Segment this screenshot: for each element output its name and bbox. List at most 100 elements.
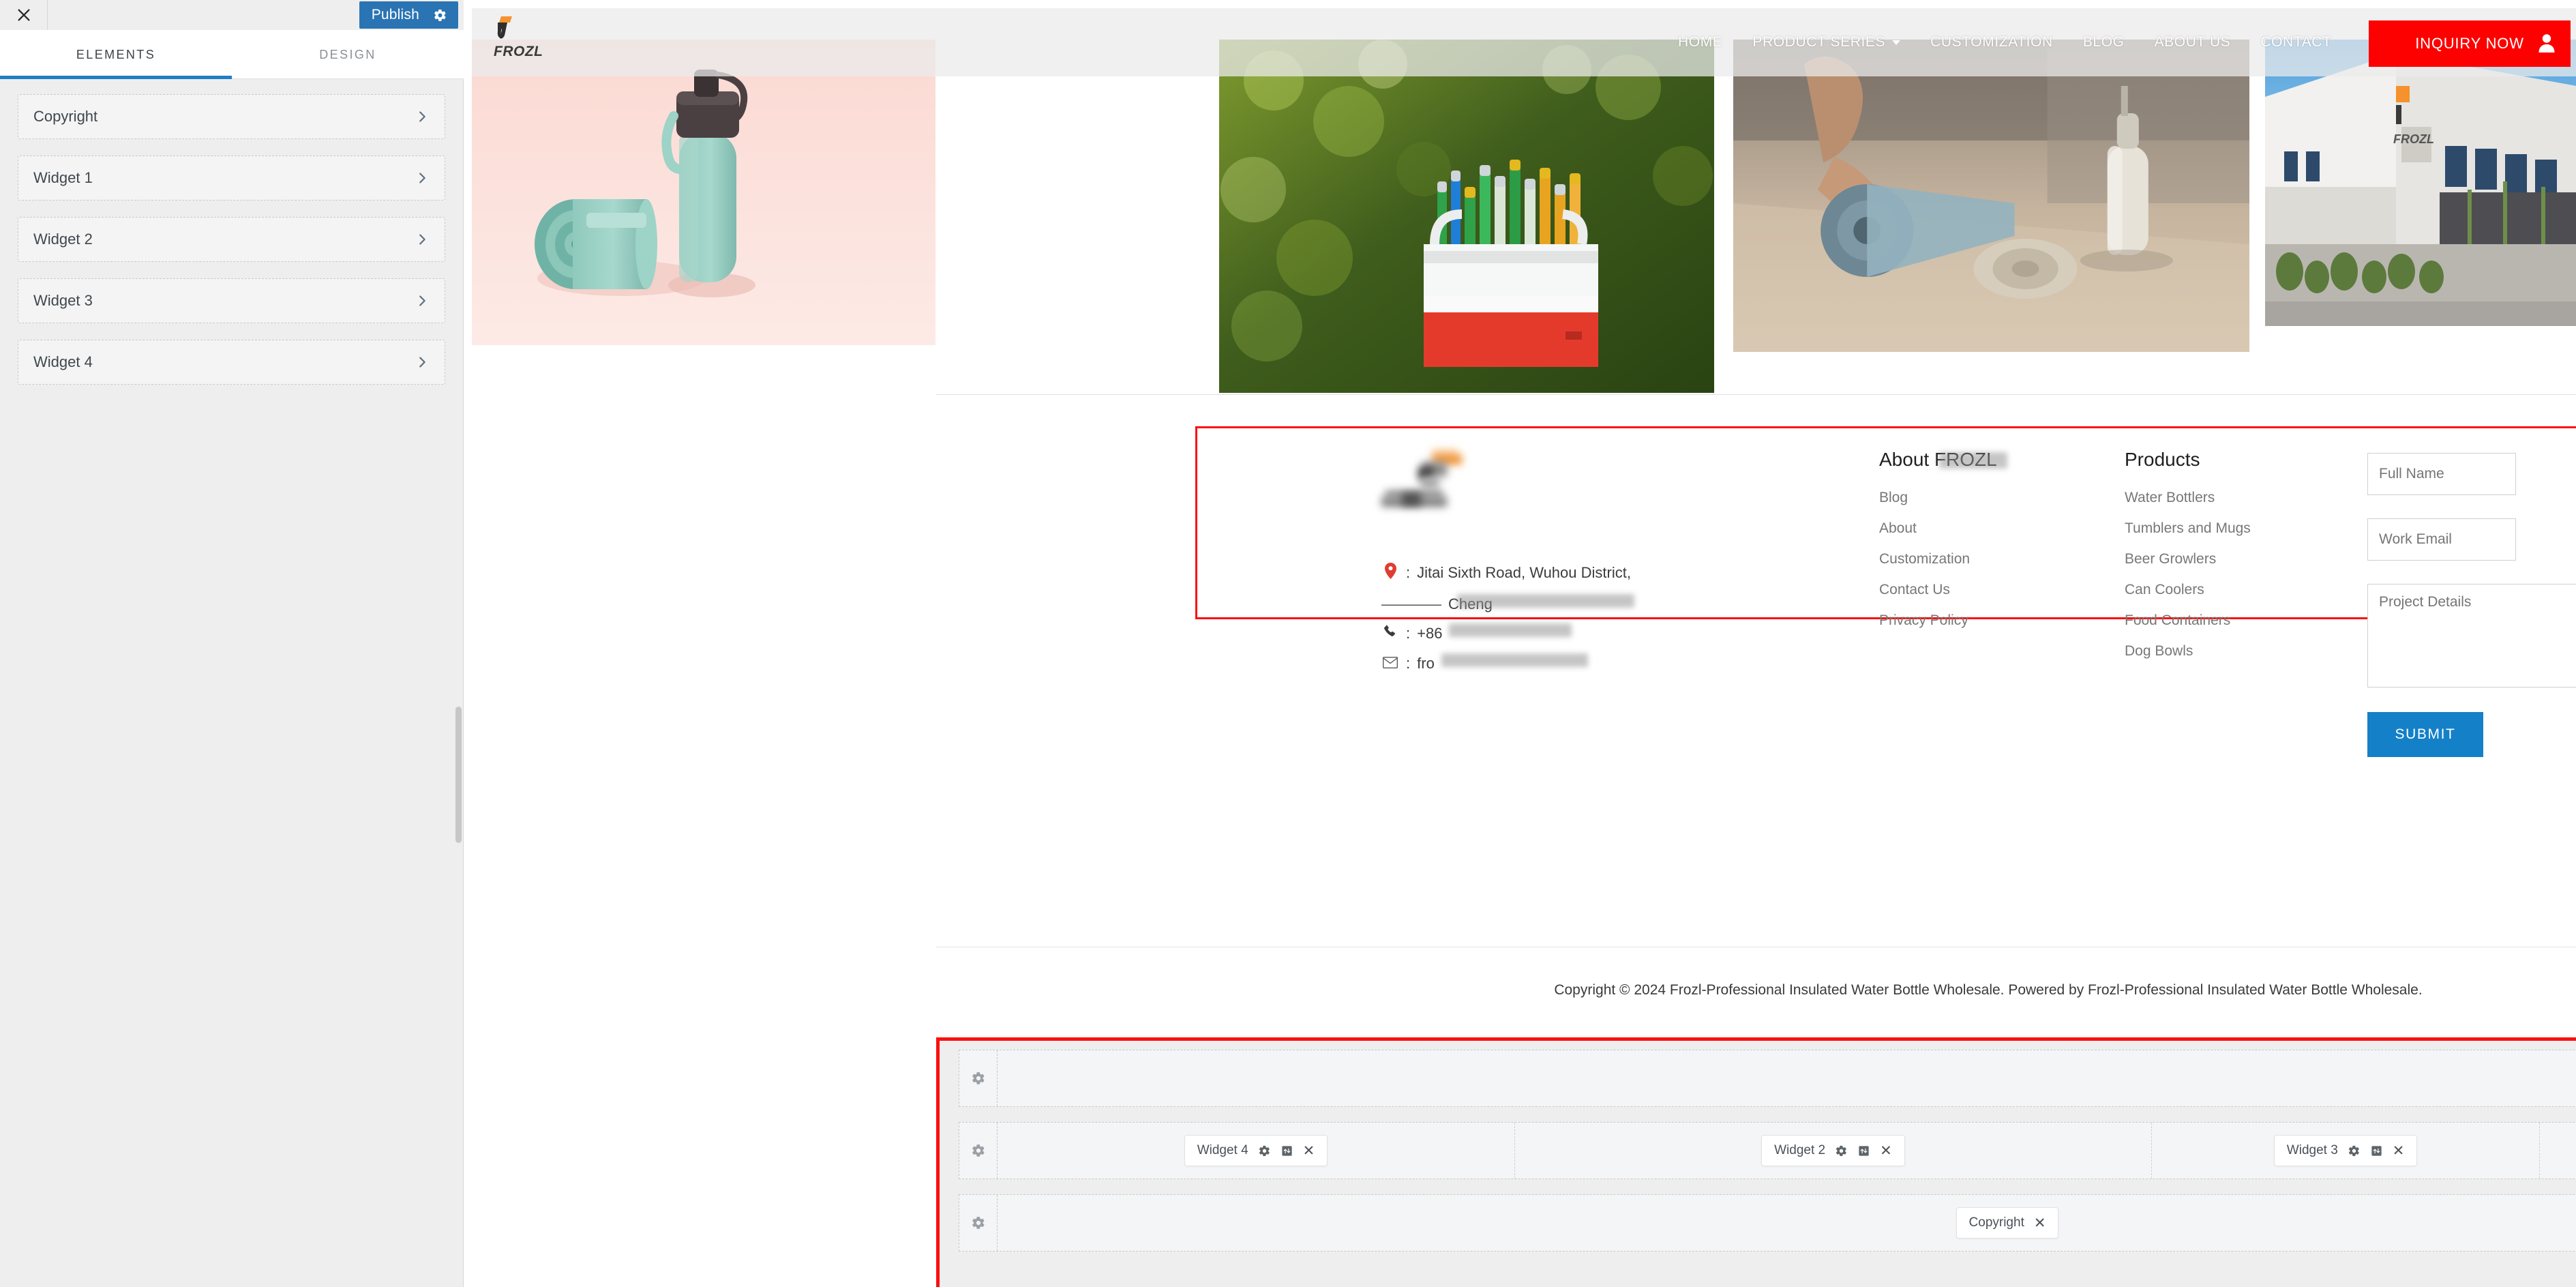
sidebar-item-label: Widget 1 <box>33 169 93 186</box>
footer-link-dog-bowls[interactable]: Dog Bowls <box>2125 643 2251 660</box>
editor-cell-widget-2[interactable]: Widget 2 ✕ <box>1515 1123 2152 1179</box>
sidebar-item-list: Copyright Widget 1 Widget 2 Widget 3 Wid… <box>0 79 463 385</box>
publish-button[interactable]: Publish <box>359 1 430 29</box>
sidebar-item-label: Widget 4 <box>33 353 93 370</box>
full-name-input[interactable] <box>2367 453 2516 495</box>
editor-row-2[interactable]: Widget 4 ✕ Widget 2 ✕ Widget 3 ✕ <box>959 1122 2576 1179</box>
close-icon[interactable] <box>0 0 48 30</box>
footer-link-water-bottlers[interactable]: Water Bottlers <box>2125 490 2251 506</box>
hero-image-frozl-factory: FROZL <box>2265 40 2576 326</box>
editor-row-1-cells <box>998 1050 2576 1106</box>
hero-image-yoga-mat-rolling <box>1733 40 2249 352</box>
redacted-email-block <box>1441 653 1588 668</box>
tab-design[interactable]: DESIGN <box>232 30 464 79</box>
copyright-bar: Copyright © 2024 Frozl-Professional Insu… <box>936 947 2576 1033</box>
email-icon <box>1381 653 1399 674</box>
footer-link-contact-us[interactable]: Contact Us <box>1879 582 1997 598</box>
project-details-textarea[interactable] <box>2367 584 2576 687</box>
nav-link-home[interactable]: HOME <box>1663 34 1737 50</box>
editor-row-1[interactable] <box>959 1050 2576 1107</box>
nav-link-blog[interactable]: BLOG <box>2068 34 2140 50</box>
close-icon[interactable]: ✕ <box>1303 1144 1315 1158</box>
nav-link-about-us[interactable]: ABOUT US <box>2140 34 2246 50</box>
sidebar-item-widget-1[interactable]: Widget 1 <box>18 156 445 201</box>
phone-icon <box>1381 623 1399 644</box>
footer-about-column: About FROZL Blog About Customization Con… <box>1879 449 2007 643</box>
nav-link-customization[interactable]: CUSTOMIZATION <box>1915 34 2068 50</box>
chip-label: Widget 4 <box>1197 1143 1248 1157</box>
frozl-mark-icon <box>494 15 517 42</box>
footer-widget-selection[interactable]: : Jitai Sixth Road, Wuhou District, ————… <box>1195 426 2576 757</box>
footer-address-row: : Jitai Sixth Road, Wuhou District, <box>1381 563 1763 585</box>
nav-link-product-series[interactable]: PRODUCT SERIES <box>1737 34 1915 50</box>
footer-link-customization[interactable]: Customization <box>1879 551 1997 567</box>
work-email-input[interactable] <box>2367 518 2516 561</box>
footer-link-blog[interactable]: Blog <box>1879 490 1997 506</box>
editor-row-3[interactable]: Copyright ✕ <box>959 1194 2576 1252</box>
sidebar-scrollbar[interactable] <box>455 79 462 1287</box>
gear-icon[interactable] <box>430 1 458 29</box>
footer-link-about[interactable]: About <box>1879 520 1997 537</box>
sidebar-item-label: Widget 2 <box>33 231 93 248</box>
footer-link-privacy-policy[interactable]: Privacy Policy <box>1879 612 1997 629</box>
footer-link-beer-growlers[interactable]: Beer Growlers <box>2125 551 2251 567</box>
editor-cell[interactable] <box>998 1050 2576 1106</box>
footer-email-row: : fro <box>1381 653 1763 674</box>
footer-about-title: About FROZL <box>1879 449 2007 471</box>
gear-icon[interactable] <box>1835 1144 1848 1157</box>
chevron-right-icon <box>415 293 430 308</box>
sidebar-item-copyright[interactable]: Copyright <box>18 94 445 139</box>
close-icon[interactable]: ✕ <box>1880 1144 1892 1158</box>
close-icon[interactable]: ✕ <box>2034 1216 2046 1230</box>
footer-email-text: fro <box>1417 655 1435 672</box>
move-icon[interactable] <box>2370 1144 2383 1157</box>
gear-icon[interactable] <box>959 1123 998 1179</box>
chip-label: Copyright <box>1968 1215 2024 1230</box>
submit-button[interactable]: SUBMIT <box>2367 712 2483 757</box>
copyright-text: Copyright © 2024 Frozl-Professional Insu… <box>1554 982 2423 998</box>
move-icon[interactable] <box>1857 1144 1870 1157</box>
close-icon[interactable]: ✕ <box>2393 1144 2405 1158</box>
editor-cell-widget-1[interactable]: Widget 1 ✕ <box>2540 1123 2576 1179</box>
svg-text:FROZL: FROZL <box>2393 132 2434 146</box>
move-icon[interactable] <box>1280 1144 1293 1157</box>
chip-widget-3[interactable]: Widget 3 ✕ <box>2273 1135 2418 1166</box>
editor-cell-copyright[interactable]: Copyright ✕ <box>998 1195 2576 1251</box>
gear-icon[interactable] <box>959 1195 998 1251</box>
gear-icon[interactable] <box>1258 1144 1271 1157</box>
footer-link-can-coolers[interactable]: Can Coolers <box>2125 582 2251 598</box>
footer-products-column: Products Water Bottlers Tumblers and Mug… <box>2125 449 2251 674</box>
tab-elements[interactable]: ELEMENTS <box>0 30 232 79</box>
hero-divider <box>936 394 2576 395</box>
footer-link-food-containers[interactable]: Food Containers <box>2125 612 2251 629</box>
footer-link-tumblers-and-mugs[interactable]: Tumblers and Mugs <box>2125 520 2251 537</box>
footer-email-colon: : <box>1406 655 1411 672</box>
redacted-brand-in-title <box>1939 452 2007 469</box>
scrollbar-thumb[interactable] <box>455 707 462 843</box>
sidebar-item-label: Widget 3 <box>33 292 93 309</box>
chip-label: Widget 2 <box>1774 1143 1826 1157</box>
user-icon[interactable] <box>2538 33 2556 53</box>
gear-icon[interactable] <box>959 1050 998 1106</box>
sidebar-tabs: ELEMENTS DESIGN <box>0 30 464 79</box>
editor-cell-widget-3[interactable]: Widget 3 ✕ <box>2152 1123 2541 1179</box>
editor-row-selection[interactable]: Widget 4 ✕ Widget 2 ✕ Widget 3 ✕ Copyrig… <box>936 1037 2576 1287</box>
location-pin-icon <box>1381 563 1399 585</box>
chip-copyright[interactable]: Copyright ✕ <box>1956 1207 2059 1239</box>
chip-widget-2[interactable]: Widget 2 ✕ <box>1761 1135 1905 1166</box>
sidebar-item-widget-2[interactable]: Widget 2 <box>18 217 445 262</box>
footer-phone-colon: : <box>1406 625 1411 642</box>
editor-cell-widget-4[interactable]: Widget 4 ✕ <box>998 1123 1515 1179</box>
footer-address-text: Jitai Sixth Road, Wuhou District, <box>1417 564 1631 581</box>
footer-logo-blurred <box>1381 445 1506 520</box>
sidebar-item-widget-3[interactable]: Widget 3 <box>18 278 445 323</box>
editor-sidebar: Publish ELEMENTS DESIGN Copyright Widget… <box>0 0 464 1287</box>
editor-row-2-cells: Widget 4 ✕ Widget 2 ✕ Widget 3 ✕ <box>998 1123 2576 1179</box>
footer-products-title: Products <box>2125 449 2200 470</box>
chip-widget-4[interactable]: Widget 4 ✕ <box>1184 1135 1328 1166</box>
sidebar-item-widget-4[interactable]: Widget 4 <box>18 340 445 385</box>
site-logo[interactable]: FROZL <box>494 15 575 60</box>
gear-icon[interactable] <box>2348 1144 2361 1157</box>
nav-link-contact[interactable]: CONTACT <box>2245 34 2346 50</box>
footer-phone-text: +86 <box>1417 625 1443 642</box>
